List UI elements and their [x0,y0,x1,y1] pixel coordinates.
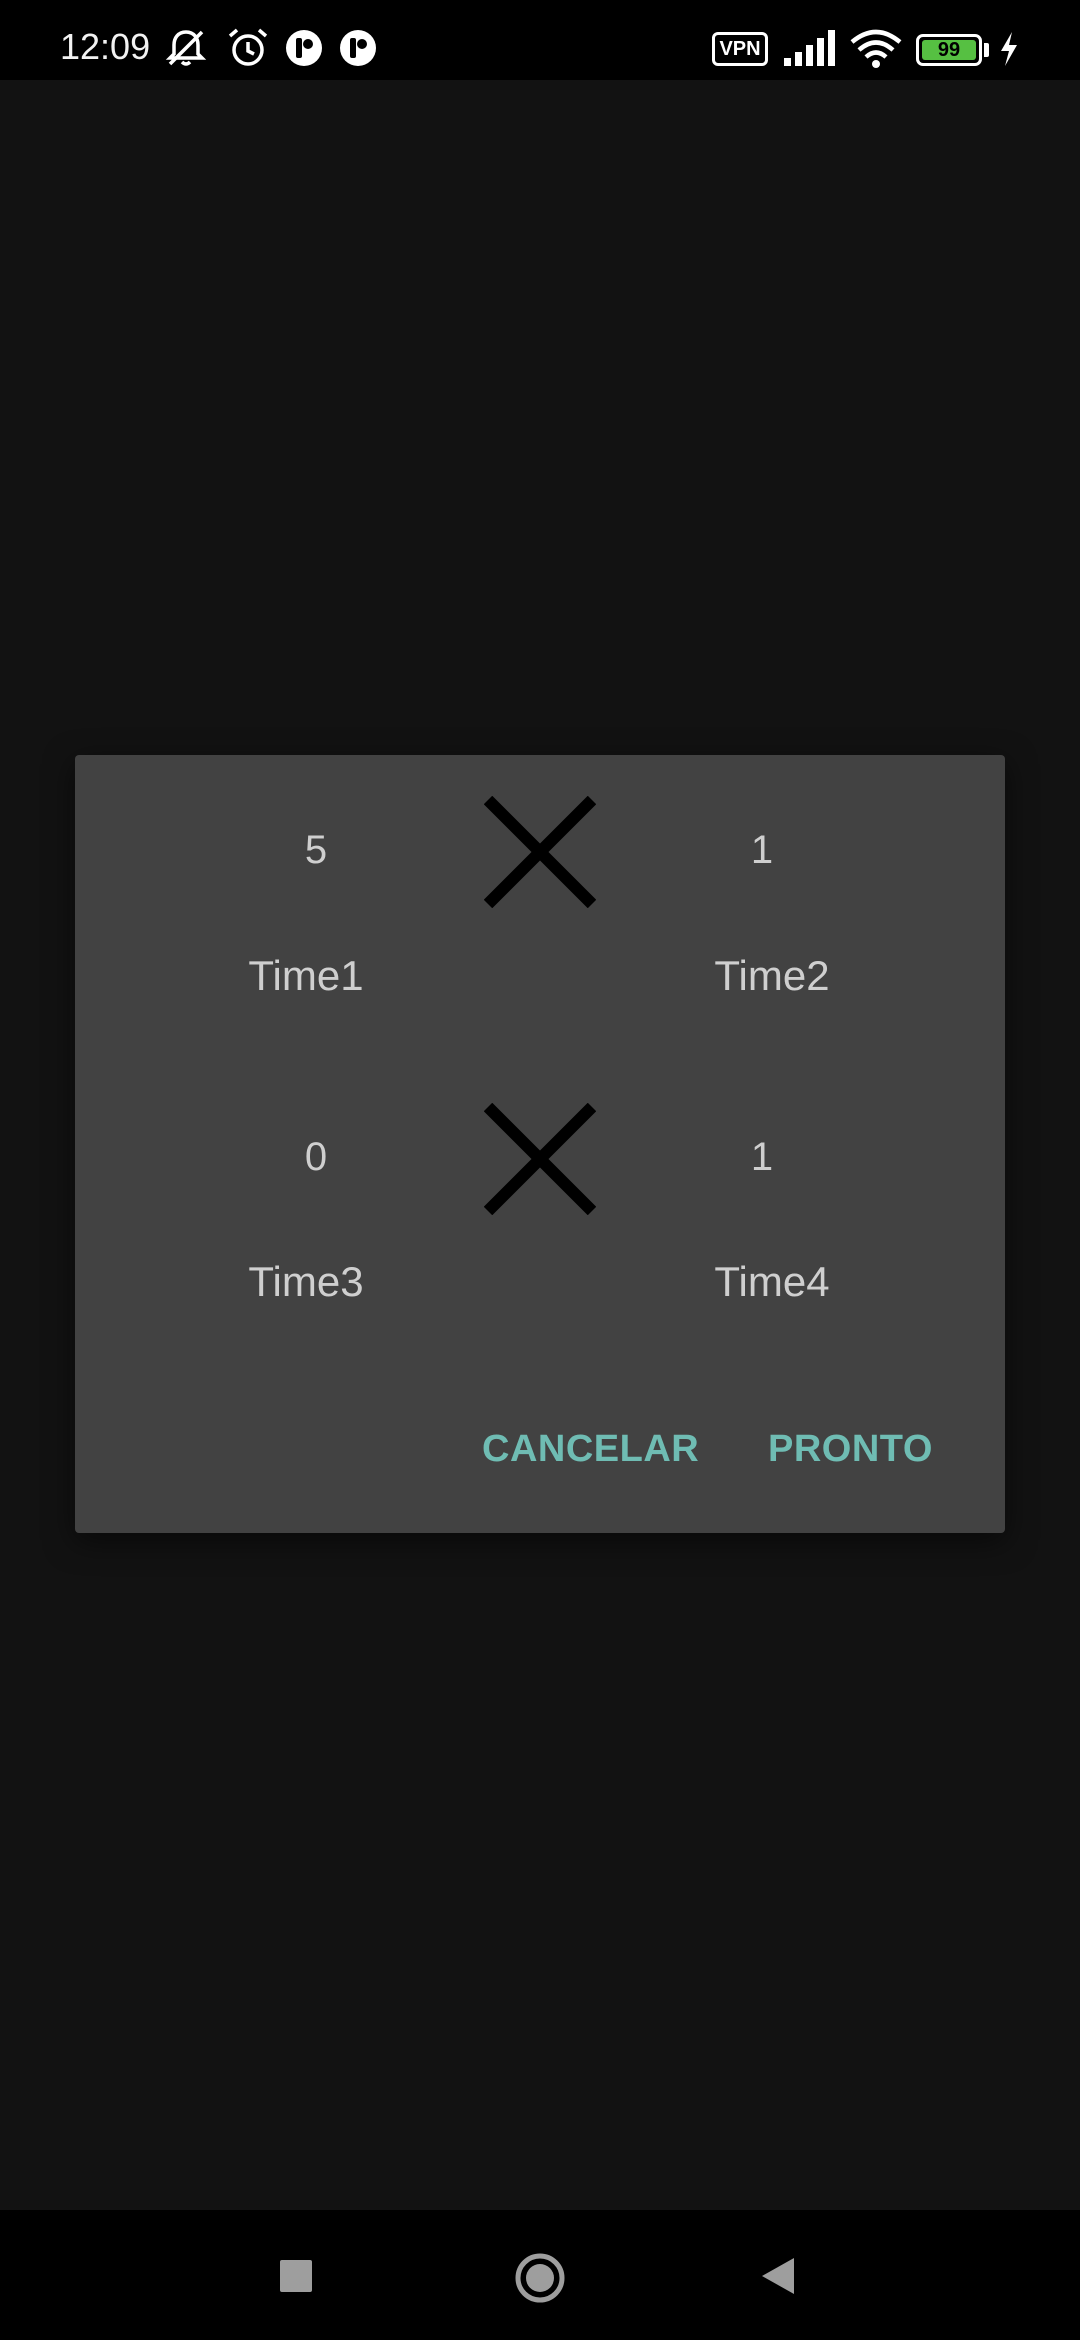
match2-away-team: Time4 [714,1258,830,1305]
match1-away-team: Time2 [714,952,830,999]
match2-away-score[interactable]: 1 [702,1135,822,1180]
app-notification-icon [286,30,322,66]
charging-icon [1001,32,1017,66]
recents-square-icon[interactable] [278,2258,314,2294]
match1-home-team: Time1 [248,952,364,999]
battery-icon: 99 [916,34,982,66]
home-circle-icon[interactable] [514,2252,566,2304]
navigation-bar [0,2210,1080,2340]
wifi-icon [850,29,902,68]
close-x-icon[interactable] [484,796,596,908]
back-triangle-icon[interactable] [758,2256,798,2296]
vpn-icon: VPN [712,32,768,66]
done-button[interactable]: PRONTO [768,1428,933,1471]
status-time: 12:09 [60,26,151,67]
match1-home-score[interactable]: 5 [256,828,376,873]
signal-icon [784,30,835,66]
match2-home-score[interactable]: 0 [256,1135,376,1180]
battery-tip [984,43,989,57]
battery-level: 99 [922,40,976,61]
match1-away-score[interactable]: 1 [702,828,822,873]
match2-home-team: Time3 [248,1258,364,1305]
status-bar: 12:09 VPN 99 [0,0,1080,80]
close-x-icon[interactable] [484,1103,596,1215]
notifications-off-icon [165,30,207,66]
cancel-button[interactable]: CANCELAR [482,1428,699,1471]
app-notification-icon [340,30,376,66]
alarm-icon [228,28,268,66]
